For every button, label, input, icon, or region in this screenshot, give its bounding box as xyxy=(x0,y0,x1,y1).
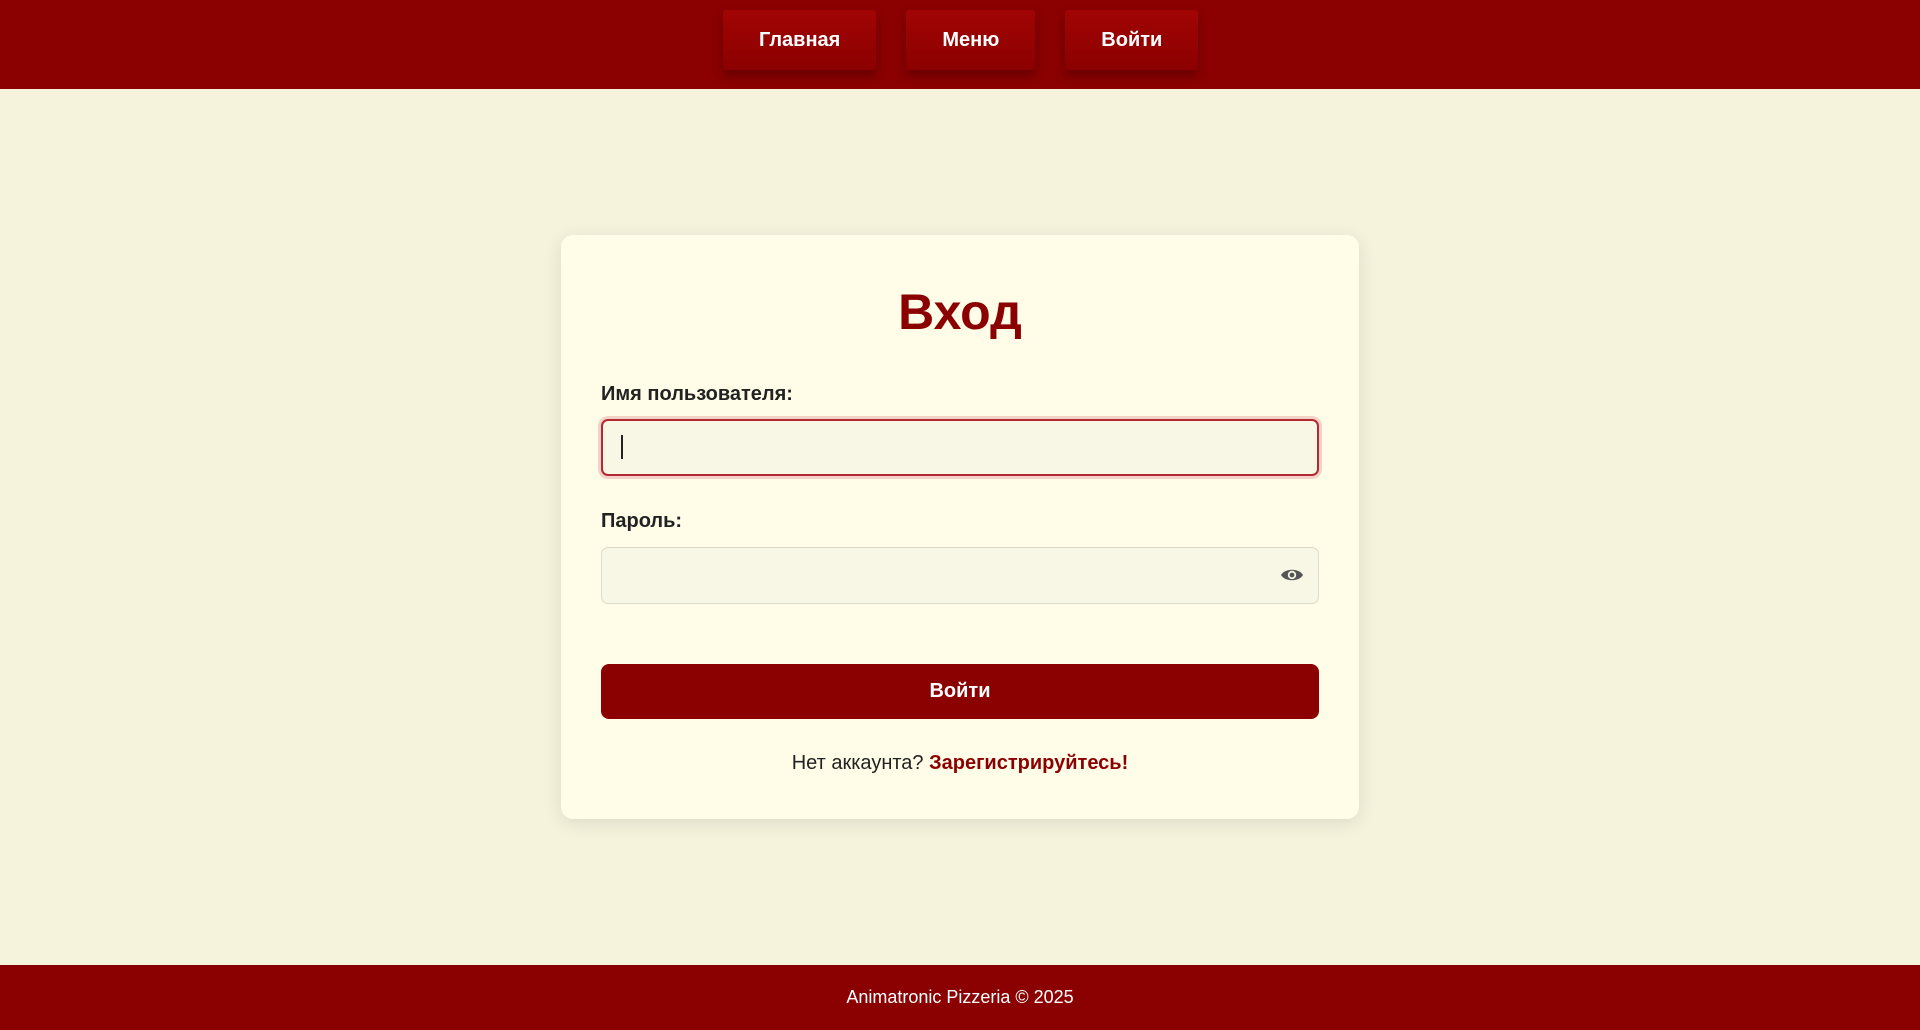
text-cursor xyxy=(621,435,623,459)
footer: Animatronic Pizzeria © 2025 xyxy=(0,965,1920,1030)
register-prompt-text: Нет аккаунта? xyxy=(791,752,924,774)
username-label: Имя пользователя: xyxy=(601,383,793,405)
username-input[interactable] xyxy=(601,419,1319,476)
page: Главная Меню Войти Вход Имя пользователя… xyxy=(0,0,1920,1030)
login-submit-button[interactable]: Войти xyxy=(601,664,1319,719)
top-nav-bar: Главная Меню Войти xyxy=(0,0,1920,89)
password-label: Пароль: xyxy=(601,510,683,532)
register-link[interactable]: Зарегистрируйтесь! xyxy=(929,752,1128,774)
login-title: Вход xyxy=(898,284,1022,340)
nav-item-home[interactable]: Главная xyxy=(723,10,877,70)
footer-copyright: Animatronic Pizzeria © 2025 xyxy=(846,987,1074,1007)
password-input[interactable] xyxy=(601,547,1319,604)
login-card: Вход Имя пользователя: Пароль: Войти Нет… xyxy=(561,235,1359,819)
nav-item-login[interactable]: Войти xyxy=(1065,10,1199,70)
main-nav: Главная Меню Войти xyxy=(723,10,1199,70)
nav-item-menu[interactable]: Меню xyxy=(906,10,1036,70)
eye-icon[interactable] xyxy=(1280,564,1304,586)
register-prompt-line: Нет аккаунта? Зарегистрируйтесь! xyxy=(561,752,1359,775)
